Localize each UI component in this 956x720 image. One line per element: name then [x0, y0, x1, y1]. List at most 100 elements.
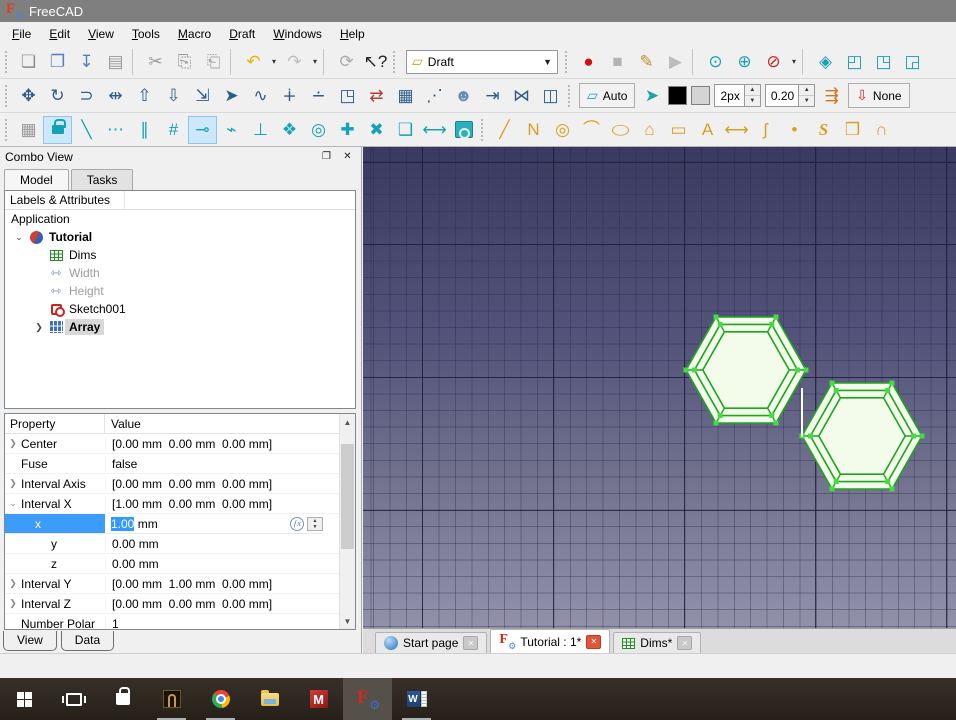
move-button[interactable]: ✥ — [14, 82, 43, 110]
scroll-down-icon[interactable]: ▼ — [340, 613, 355, 629]
property-value[interactable]: [0.00 mm 1.00 mm 0.00 mm] — [105, 577, 339, 591]
viewport-3d[interactable] — [363, 147, 956, 628]
text-tool-button[interactable]: A — [693, 116, 722, 144]
close-tab-icon[interactable]: ✕ — [677, 636, 692, 650]
isometric-view-button[interactable]: ◈ — [811, 48, 840, 76]
menu-tools[interactable]: Tools — [123, 24, 169, 44]
macro-play-button[interactable]: ▶ — [661, 48, 690, 76]
tree-item-array[interactable]: ❯ Array — [5, 318, 355, 336]
line-width-spinner[interactable]: 2px ▲▼ — [714, 84, 760, 107]
property-row-interval-axis[interactable]: ❯ Interval Axis [0.00 mm 0.00 mm 0.00 mm… — [5, 474, 339, 494]
draw-style-button[interactable]: ⊘ — [759, 48, 788, 76]
spin-up-icon[interactable]: ▲ — [745, 85, 760, 96]
taskbar-m-app-button[interactable]: M — [294, 678, 343, 720]
snap-extension-button[interactable]: ⌁ — [217, 116, 246, 144]
tree-item-height[interactable]: ⇿ Height — [5, 282, 355, 300]
snap-parallel-button[interactable]: ∥ — [130, 116, 159, 144]
new-file-button[interactable]: ❏ — [14, 48, 43, 76]
menu-macro[interactable]: Macro — [169, 24, 220, 44]
tree-root-application[interactable]: Application — [5, 210, 355, 228]
snap-intersection-button[interactable]: ✚ — [333, 116, 362, 144]
menu-help[interactable]: Help — [331, 24, 374, 44]
workbench-selector[interactable]: ▱ Draft ▼ — [406, 50, 558, 74]
menu-edit[interactable]: Edit — [40, 24, 79, 44]
line-tool-button[interactable]: ╱ — [490, 116, 519, 144]
copy-button[interactable]: ⎘ — [170, 48, 199, 76]
tab-dims[interactable]: Dims* ✕ — [613, 632, 701, 653]
toolbar-grip[interactable] — [5, 51, 11, 73]
cut-button[interactable]: ✂ — [141, 48, 170, 76]
toggle-style-button[interactable]: ⇶ — [817, 82, 846, 110]
selected-value-text[interactable]: 1.00 — [111, 517, 134, 531]
expand-chevron-icon[interactable]: ⌄ — [11, 232, 27, 243]
tab-tutorial[interactable]: Tutorial : 1* ✕ — [490, 629, 610, 653]
tab-model[interactable]: Model — [4, 169, 69, 191]
snap-working-plane-button[interactable]: ❑ — [391, 116, 420, 144]
polygon-tool-button[interactable]: ⌂ — [635, 116, 664, 144]
expand-chevron-icon[interactable]: ❯ — [5, 478, 21, 489]
construction-mode-button[interactable] — [449, 116, 478, 144]
scroll-up-icon[interactable]: ▲ — [340, 414, 355, 430]
shape-2d-view-button[interactable]: ◳ — [333, 82, 362, 110]
taskbar-chrome-button[interactable] — [196, 678, 245, 720]
toolbar-grip[interactable] — [568, 85, 574, 107]
dimension-tool-button[interactable]: ⟷ — [722, 116, 751, 144]
ellipse-tool-button[interactable]: ◯ — [606, 116, 635, 144]
toolbar-grip[interactable] — [481, 119, 487, 141]
redo-dropdown[interactable]: ▾ — [309, 48, 321, 76]
line-color-swatch[interactable] — [668, 86, 687, 105]
property-value[interactable]: 0.00 mm — [105, 537, 339, 551]
property-row-fuse[interactable]: Fuse false — [5, 454, 339, 474]
spin-down-icon[interactable]: ▼ — [799, 96, 814, 106]
clone-button[interactable]: ☻ — [449, 82, 478, 110]
tree-item-width[interactable]: ⇿ Width — [5, 264, 355, 282]
macro-stop-button[interactable]: ■ — [603, 48, 632, 76]
property-value[interactable]: false — [105, 457, 339, 471]
face-color-swatch[interactable] — [691, 86, 710, 105]
expression-editor-icon[interactable]: ƒx — [290, 517, 304, 531]
edit-button[interactable]: ➤ — [217, 82, 246, 110]
apply-style-button[interactable]: ➤ — [637, 82, 666, 110]
open-file-button[interactable]: ❐ — [43, 48, 72, 76]
whats-this-button[interactable]: ↖? — [361, 48, 390, 76]
close-tab-icon[interactable]: ✕ — [463, 636, 478, 650]
rectangle-tool-button[interactable]: ▭ — [664, 116, 693, 144]
snap-special-button[interactable]: ✖ — [362, 116, 391, 144]
tab-tasks[interactable]: Tasks — [71, 169, 134, 191]
right-view-button[interactable]: ◲ — [898, 48, 927, 76]
expand-chevron-icon[interactable]: ❯ — [5, 438, 21, 449]
spin-down-icon[interactable]: ▼ — [308, 524, 322, 530]
taskbar-store-button[interactable] — [98, 678, 147, 720]
snap-midpoint-button[interactable]: ⋯ — [101, 116, 130, 144]
snap-near-button[interactable]: ⊸ — [188, 116, 217, 144]
wire-tool-button[interactable]: N — [519, 116, 548, 144]
point-tool-button[interactable]: • — [780, 116, 809, 144]
property-row-interval-x[interactable]: ⌄ Interval X [1.00 mm 0.00 mm 0.00 mm] — [5, 494, 339, 514]
add-point-button[interactable]: ∔ — [275, 82, 304, 110]
tree-item-dims[interactable]: Dims — [5, 246, 355, 264]
save-button[interactable]: ↧ — [72, 48, 101, 76]
facebinder-tool-button[interactable]: ❒ — [838, 116, 867, 144]
property-row-interval-y[interactable]: ❯ Interval Y [0.00 mm 1.00 mm 0.00 mm] — [5, 574, 339, 594]
expand-chevron-icon[interactable]: ❯ — [31, 322, 47, 333]
value-editor[interactable]: 1.00 mm ƒx ▲▼ — [105, 514, 323, 533]
property-row-center[interactable]: ❯ Center [0.00 mm 0.00 mm 0.00 mm] — [5, 434, 339, 454]
expand-chevron-icon[interactable]: ❯ — [5, 578, 21, 589]
tab-start-page[interactable]: Start page ✕ — [375, 632, 487, 653]
undo-button[interactable]: ↶ — [239, 48, 268, 76]
property-row-z[interactable]: z 0.00 mm — [5, 554, 339, 574]
scale-button[interactable]: ⇲ — [188, 82, 217, 110]
shapestring-tool-button[interactable]: S — [809, 116, 838, 144]
property-row-interval-z[interactable]: ❯ Interval Z [0.00 mm 0.00 mm 0.00 mm] — [5, 594, 339, 614]
fit-selection-button[interactable]: ⊕ — [730, 48, 759, 76]
toolbar-grip[interactable] — [5, 119, 11, 141]
refresh-button[interactable]: ⟳ — [332, 48, 361, 76]
toggle-grid-button[interactable]: ▦ — [14, 116, 43, 144]
property-row-number-polar[interactable]: Number Polar 1 — [5, 614, 339, 630]
macro-record-button[interactable]: ● — [574, 48, 603, 76]
property-value[interactable]: [0.00 mm 0.00 mm 0.00 mm] — [105, 477, 339, 491]
tree-item-sketch001[interactable]: Sketch001 — [5, 300, 355, 318]
front-view-button[interactable]: ◰ — [840, 48, 869, 76]
taskbar-word-button[interactable]: W — [392, 678, 441, 720]
snap-lock-button[interactable] — [43, 116, 72, 144]
